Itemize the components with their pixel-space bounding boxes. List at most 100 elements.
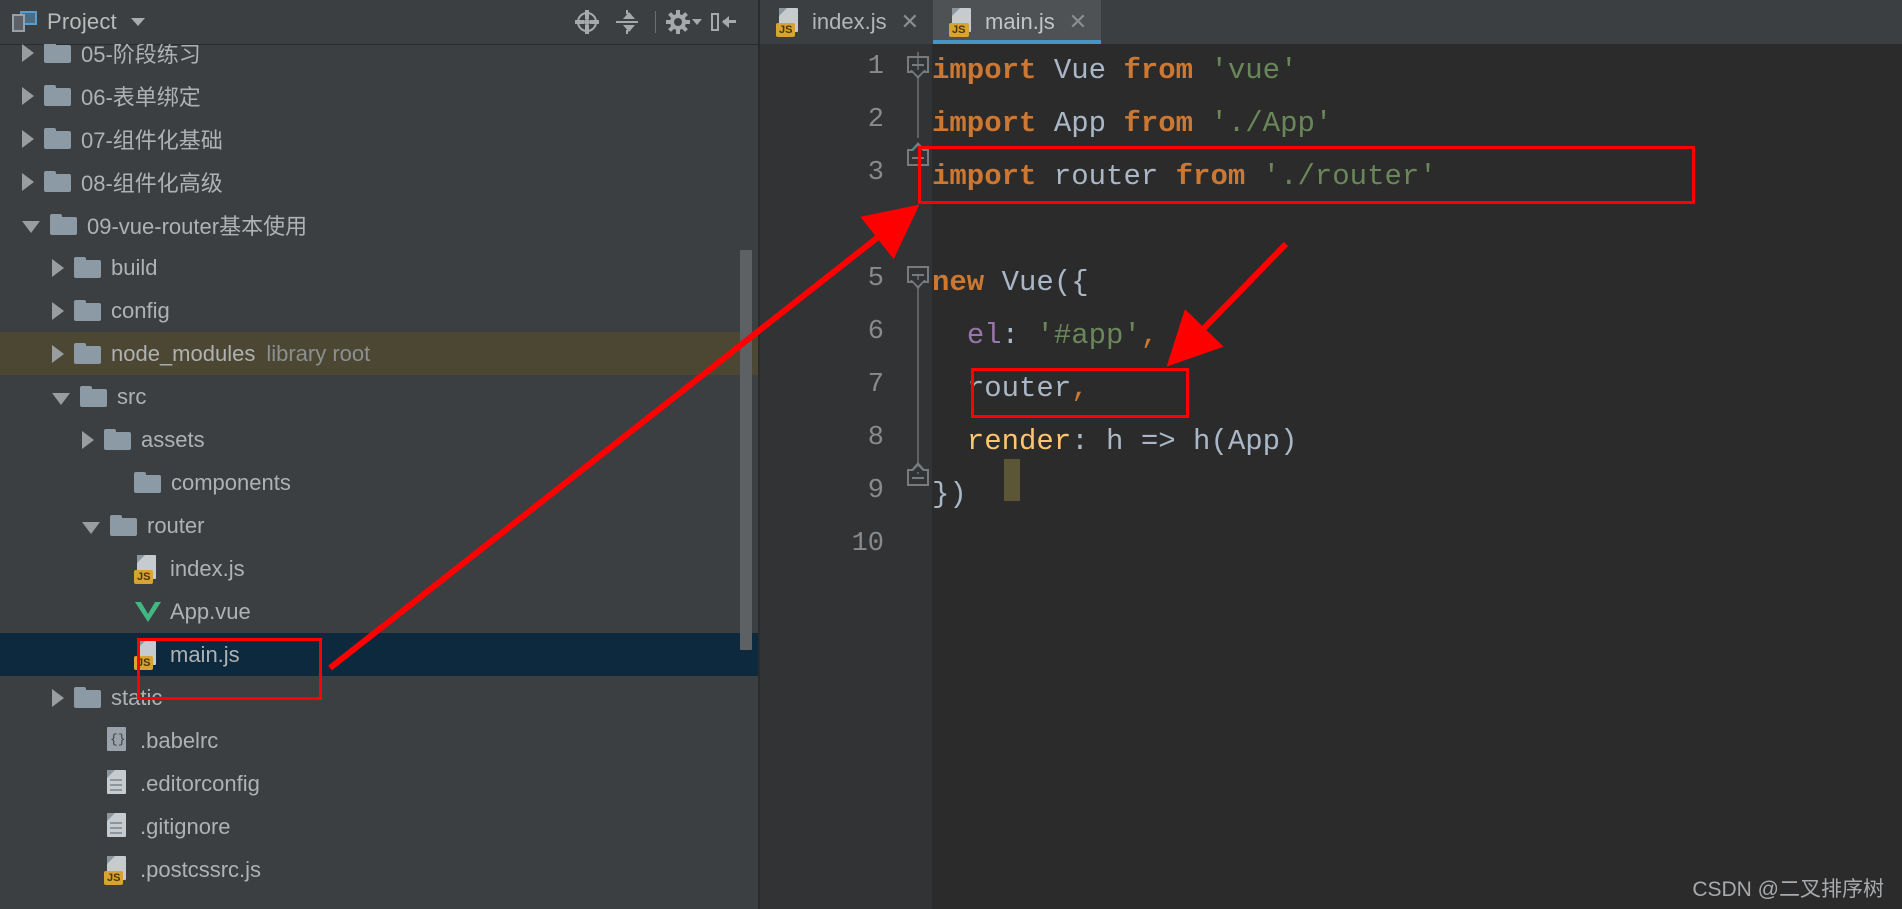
fold-range-line (917, 274, 919, 474)
tree-indent-spacer (112, 477, 124, 489)
close-icon[interactable]: ✕ (901, 11, 919, 33)
folder-icon (74, 343, 101, 364)
chevron-down-icon[interactable] (82, 521, 100, 534)
chevron-down-icon[interactable] (52, 392, 70, 405)
code-line-9[interactable]: }) (932, 468, 967, 521)
tree-row[interactable]: router (0, 504, 758, 547)
chevron-right-icon[interactable] (52, 301, 64, 320)
tree-row[interactable]: assets (0, 418, 758, 461)
chevron-right-icon[interactable] (52, 258, 64, 277)
project-tree-scrollbar[interactable] (740, 250, 752, 650)
editor-tab-index-js[interactable]: JS index.js ✕ (760, 0, 934, 44)
fold-marker-line-3[interactable] (907, 142, 929, 166)
line-number: 5 (867, 264, 884, 294)
code-line-5[interactable]: new Vue({ (932, 256, 1089, 309)
locate-in-tree-button[interactable] (567, 2, 607, 42)
code-line-7[interactable]: router, (932, 362, 1089, 415)
folder-icon (74, 257, 101, 278)
tree-item-sublabel: library root (266, 340, 371, 366)
code-line-1[interactable]: import Vue from 'vue' (932, 44, 1297, 97)
code-token: router (966, 372, 1072, 405)
hide-panel-icon (711, 11, 737, 33)
chevron-right-icon[interactable] (52, 688, 64, 707)
chevron-down-icon[interactable] (22, 220, 40, 233)
hide-panel-button[interactable] (704, 2, 744, 42)
tree-item-label: config (111, 297, 170, 323)
editor-tab-main-js[interactable]: JS main.js ✕ (933, 0, 1102, 44)
fold-marker-line-5[interactable] (907, 266, 929, 290)
js-file-icon: JS (949, 8, 975, 37)
code-token: : h => h(App) (1071, 425, 1298, 458)
folder-icon (74, 687, 101, 708)
chevron-right-icon[interactable] (82, 430, 94, 449)
panel-title: Project (47, 9, 117, 34)
tree-row[interactable]: .gitignore (0, 805, 758, 848)
code-token: }) (932, 478, 967, 511)
collapse-all-icon (615, 10, 639, 34)
folder-icon (50, 214, 77, 235)
chevron-right-icon[interactable] (22, 129, 34, 148)
tree-row[interactable]: node_modules library root (0, 332, 758, 375)
tree-indent-spacer (82, 864, 94, 876)
settings-gear-button[interactable] (664, 2, 704, 42)
code-token: App (1053, 107, 1124, 140)
code-line-3[interactable]: import router from './router' (932, 150, 1437, 203)
code-token: new (932, 266, 1002, 299)
gear-chevron-down-icon[interactable] (692, 19, 702, 25)
project-panel-header: Project (0, 0, 760, 45)
fold-marker-line-1[interactable] (907, 56, 929, 80)
tree-row[interactable]: JS index.js (0, 547, 758, 590)
tree-row[interactable]: 07-组件化基础 (0, 117, 758, 160)
text-file-icon (104, 769, 130, 798)
tree-row[interactable]: 05-阶段练习 (0, 44, 758, 74)
tree-row[interactable]: 06-表单绑定 (0, 74, 758, 117)
tree-row[interactable]: static (0, 676, 758, 719)
tree-indent-spacer (112, 649, 124, 661)
project-tool-window: Project 05-阶段练习 06-表单绑定 07-组件化基础 08-组件化高… (0, 0, 760, 909)
js-file-icon: JS (134, 640, 160, 670)
code-token: from (1175, 160, 1263, 193)
chevron-right-icon[interactable] (22, 172, 34, 191)
tree-row[interactable]: {} .babelrc (0, 719, 758, 762)
code-token: import (932, 54, 1054, 87)
chevron-down-icon[interactable] (130, 18, 145, 26)
tree-row[interactable]: build (0, 246, 758, 289)
editor-gutter[interactable]: 1 2 3 4 5 6 7 8 9 10 (760, 44, 904, 909)
csdn-credit: CSDN @二叉排序树 (1692, 878, 1884, 901)
project-title-group[interactable]: Project (12, 9, 145, 35)
code-editor: JS index.js ✕ JS main.js ✕ 1 2 3 4 5 6 7 8 9 10 (760, 0, 1902, 909)
js-file-icon: JS (776, 8, 802, 37)
code-line-2[interactable]: import App from './App' (932, 97, 1332, 150)
tree-row[interactable]: JS .postcssrc.js (0, 848, 758, 891)
chevron-right-icon[interactable] (22, 44, 34, 62)
collapse-all-button[interactable] (607, 2, 647, 42)
tree-indent-spacer (112, 563, 124, 575)
tree-row[interactable]: src (0, 375, 758, 418)
fold-marker-line-9[interactable] (907, 462, 929, 486)
tree-item-label: .babelrc (140, 727, 219, 753)
line-number: 1 (867, 52, 884, 82)
folder-icon (44, 44, 71, 63)
chevron-right-icon[interactable] (22, 86, 34, 105)
tree-row[interactable]: JS main.js (0, 633, 758, 676)
tree-row[interactable]: App.vue (0, 590, 758, 633)
line-number: 7 (867, 370, 884, 400)
chevron-right-icon[interactable] (52, 344, 64, 363)
tree-row[interactable]: .editorconfig (0, 762, 758, 805)
tree-item-label: node_modules (111, 340, 256, 366)
tree-row[interactable]: components (0, 461, 758, 504)
tree-row[interactable]: 09-vue-router基本使用 (0, 203, 758, 246)
tree-row[interactable]: config (0, 289, 758, 332)
code-line-6[interactable]: el: '#app', (932, 309, 1158, 362)
code-folding-strip[interactable] (904, 44, 932, 909)
code-content[interactable]: }) render: h => h(App) router, el: '#app… (932, 44, 1902, 909)
project-file-tree[interactable]: 05-阶段练习 06-表单绑定 07-组件化基础 08-组件化高级 09-vue-rou… (0, 44, 760, 909)
code-line-8[interactable]: render: h => h(App) (932, 415, 1298, 468)
close-icon[interactable]: ✕ (1069, 11, 1087, 33)
code-token: : (1001, 319, 1037, 352)
editor-tab-bar: JS index.js ✕ JS main.js ✕ (760, 0, 1902, 44)
folder-icon (80, 386, 107, 407)
tree-row[interactable]: 08-组件化高级 (0, 160, 758, 203)
tree-item-label: .editorconfig (140, 770, 260, 796)
